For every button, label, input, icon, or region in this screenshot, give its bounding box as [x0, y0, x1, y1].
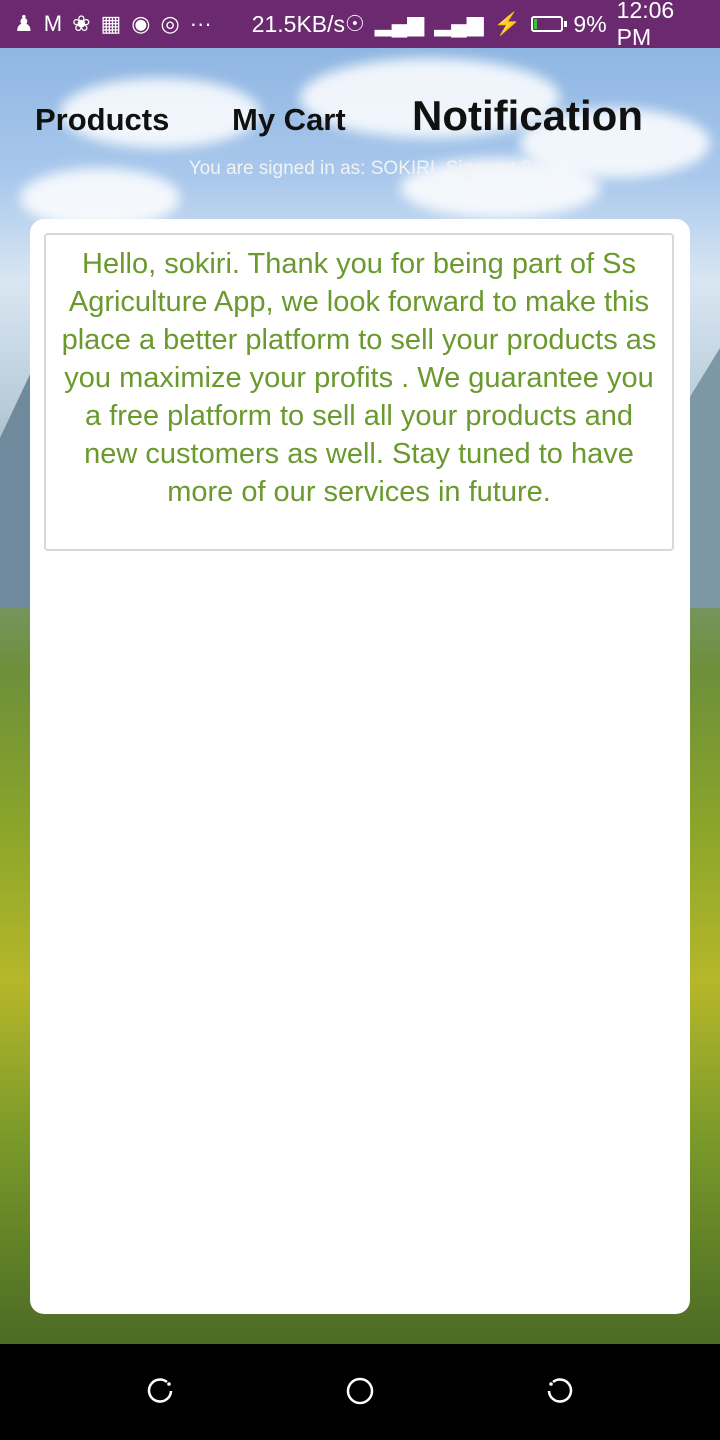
home-icon[interactable] — [345, 1376, 375, 1406]
system-nav-bar — [0, 1344, 720, 1440]
cast-icon: ▦ — [100, 11, 122, 36]
sign-out-link[interactable]: Sign out ? — [446, 158, 532, 179]
tab-my-cart[interactable]: My Cart — [232, 102, 346, 138]
notification-message-box: Hello, sokiri. Thank you for being part … — [44, 233, 674, 551]
photo-icon: ◉ — [131, 11, 151, 36]
tab-products[interactable]: Products — [35, 102, 169, 138]
signed-in-user: SOKIRI — [370, 158, 436, 179]
network-speed: 21.5KB/s — [251, 10, 346, 37]
notification-card: Hello, sokiri. Thank you for being part … — [30, 219, 690, 1314]
charging-icon: ⚡ — [493, 11, 522, 36]
clock: 12:06 PM — [616, 0, 675, 50]
signal-icon-2: ▂▄▆ — [434, 11, 484, 36]
battery-percent: 9% — [573, 10, 607, 37]
hotspot-icon: ☉ — [345, 11, 365, 36]
notification-message: Hello, sokiri. Thank you for being part … — [61, 248, 657, 508]
radio-icon: ◎ — [160, 11, 180, 36]
signed-in-label: You are signed in as: — [188, 158, 371, 179]
battery-icon — [531, 16, 568, 32]
app-icon: ❀ — [72, 11, 91, 36]
tab-notification[interactable]: Notification — [412, 92, 643, 140]
signed-in-line: You are signed in as: SOKIRI Sign out ? — [0, 158, 720, 180]
signal-icon: ▂▄▆ — [374, 11, 425, 36]
status-bar: ♟ M ❀ ▦ ◉ ◎ ··· 21.5KB/s ☉ ▂▄▆ ▂▄▆ ⚡ 9% … — [0, 0, 720, 50]
top-nav: Products My Cart Notification — [0, 84, 720, 154]
add-contact-icon: ♟ — [14, 11, 34, 36]
more-icon: ··· — [189, 11, 212, 36]
gmail-icon: M — [43, 11, 63, 36]
recent-apps-icon[interactable] — [145, 1376, 175, 1406]
back-icon[interactable] — [545, 1376, 575, 1406]
